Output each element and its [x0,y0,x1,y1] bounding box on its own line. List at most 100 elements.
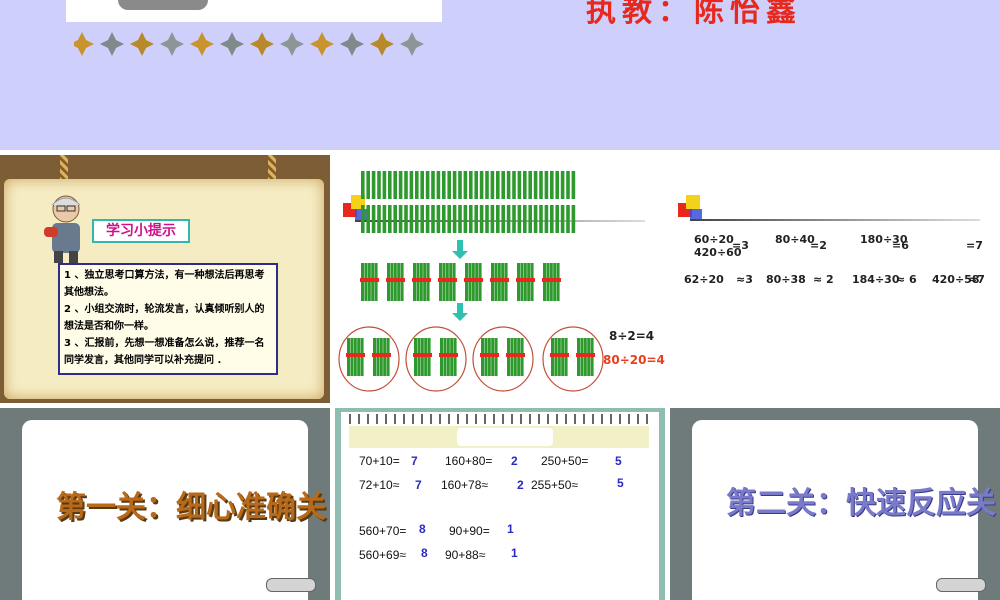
stick [415,171,419,199]
answer: 1 [511,546,518,560]
stick [458,205,462,233]
stick-bundle [576,338,595,376]
approx-2: ≈ 2 [813,273,834,286]
approx-3: ≈3 [736,273,753,286]
answer: 7 [411,454,418,468]
notebook-page [341,412,659,600]
stick [512,171,516,199]
stick [442,205,446,233]
stick-bundle [386,263,405,301]
stick [566,205,570,233]
result-2: =2 [810,239,827,252]
stick [447,171,451,199]
equation-80-div-20: 80÷20=4 [603,353,665,367]
answer: 2 [517,478,524,492]
stick [566,171,570,199]
stick [458,171,462,199]
leaf-icon [370,32,394,56]
stick [528,171,532,199]
stick [371,171,376,199]
stick [555,171,559,199]
stick [388,205,392,233]
teacher-name: 执教：陈怡鑫 [586,0,802,29]
stick [463,171,468,199]
stick [555,205,559,233]
stick [560,205,565,233]
stick [469,171,473,199]
question: 560+70= [359,524,407,538]
stick [501,205,505,233]
stick [490,171,495,199]
slide-stick-bundles[interactable]: 8÷2=4 80÷20=4 [335,155,665,403]
result-7: =7 [966,239,983,252]
stick-bundle [372,338,391,376]
expr-420-div-60: 420÷60 [694,246,742,259]
stick [452,171,457,199]
stick [544,171,549,199]
leaf-icon [74,32,94,56]
question: 250+50= [541,454,589,468]
leaf-icon [190,32,214,56]
leaf-icon [220,32,244,56]
stick [398,205,403,233]
tips-title: 学习小提示 [92,219,190,243]
stick [382,171,387,199]
stick [447,205,451,233]
question: 90+90= [449,524,490,538]
stick [512,205,516,233]
top-slide: 执教：陈怡鑫 [0,0,1000,150]
stick [436,171,441,199]
answer: 8 [421,546,428,560]
level-1-title: 第一关：细心准确关 [56,490,326,525]
question: 160+78≈ [441,478,488,492]
stick [436,205,441,233]
stick [533,171,538,199]
stick-bundle [438,263,457,301]
slide-level-2[interactable]: 第二关：快速反应关 [670,408,1000,600]
stick [496,171,500,199]
stick [415,205,419,233]
stick [420,171,424,199]
tip-item-3: 3 、汇报前，先想一想准备怎么说，推荐一名同学发言，其他同学可以补充提问 . [64,338,265,366]
answer: 1 [507,522,514,536]
stick [404,205,408,233]
playback-control[interactable] [936,578,986,592]
expr-80-div-40: 80÷40 [775,233,815,246]
leaf-icon [160,32,184,56]
stick [479,171,484,199]
stick [361,171,365,199]
stick [431,205,435,233]
stick [474,171,478,199]
slide-estimation[interactable]: 60÷20 =3 80÷40 =2 180÷30 =6 420÷60 =7 62… [670,155,1000,403]
stick [501,171,505,199]
stick-bundle [439,338,458,376]
question: 70+10= [359,454,400,468]
slide-quiz[interactable]: 70+10= 7 160+80= 2 250+50= 5 72+10≈ 7 16… [335,408,665,600]
stick [479,205,484,233]
stick [398,171,403,199]
question: 560+69≈ [359,548,406,562]
stick [377,205,381,233]
question: 160+80= [445,454,493,468]
stick [425,171,430,199]
stick [544,205,549,233]
slide-level-1[interactable]: 第一关：细心准确关 [0,408,330,600]
notebook-tab [457,428,553,446]
expr-60-div-20: 60÷20 [694,233,734,246]
stick [382,205,387,233]
stick [420,205,424,233]
stick-bundle [346,338,365,376]
header-picture [66,0,442,22]
stick-bundle [480,338,499,376]
slide-study-tips[interactable]: 学习小提示 1 、独立思考口算方法，有一种想法后再思考其他想法。 2 、小组交流… [0,155,330,403]
stick [431,171,435,199]
playback-control[interactable] [266,578,316,592]
stick-bundle [413,338,432,376]
leaf-icon [310,32,334,56]
stick [425,205,430,233]
leaf-icon [250,32,274,56]
stick [404,171,408,199]
approx-6: ≈ 6 [896,273,917,286]
stick [452,205,457,233]
stick-bundle [464,263,483,301]
